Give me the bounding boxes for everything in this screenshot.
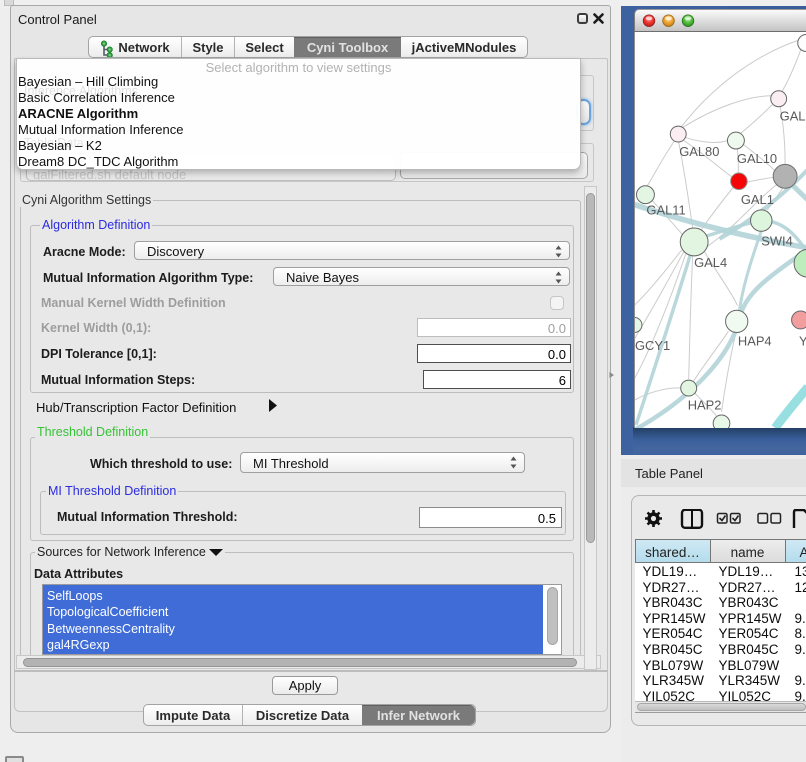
svg-text:HAP4: HAP4 [737, 333, 771, 348]
svg-text:GCY1: GCY1 [635, 337, 670, 352]
svg-text:GAL11: GAL11 [646, 202, 685, 217]
svg-text:GAL: GAL [779, 108, 805, 123]
svg-text:GAL4: GAL4 [694, 254, 727, 269]
svg-text:GAL10: GAL10 [736, 150, 776, 165]
svg-text:HAP2: HAP2 [687, 397, 721, 412]
svg-text:GAL1: GAL1 [740, 192, 773, 207]
svg-text:Y: Y [799, 333, 806, 348]
svg-text:SWI4: SWI4 [761, 233, 793, 248]
svg-text:GAL80: GAL80 [679, 143, 719, 158]
